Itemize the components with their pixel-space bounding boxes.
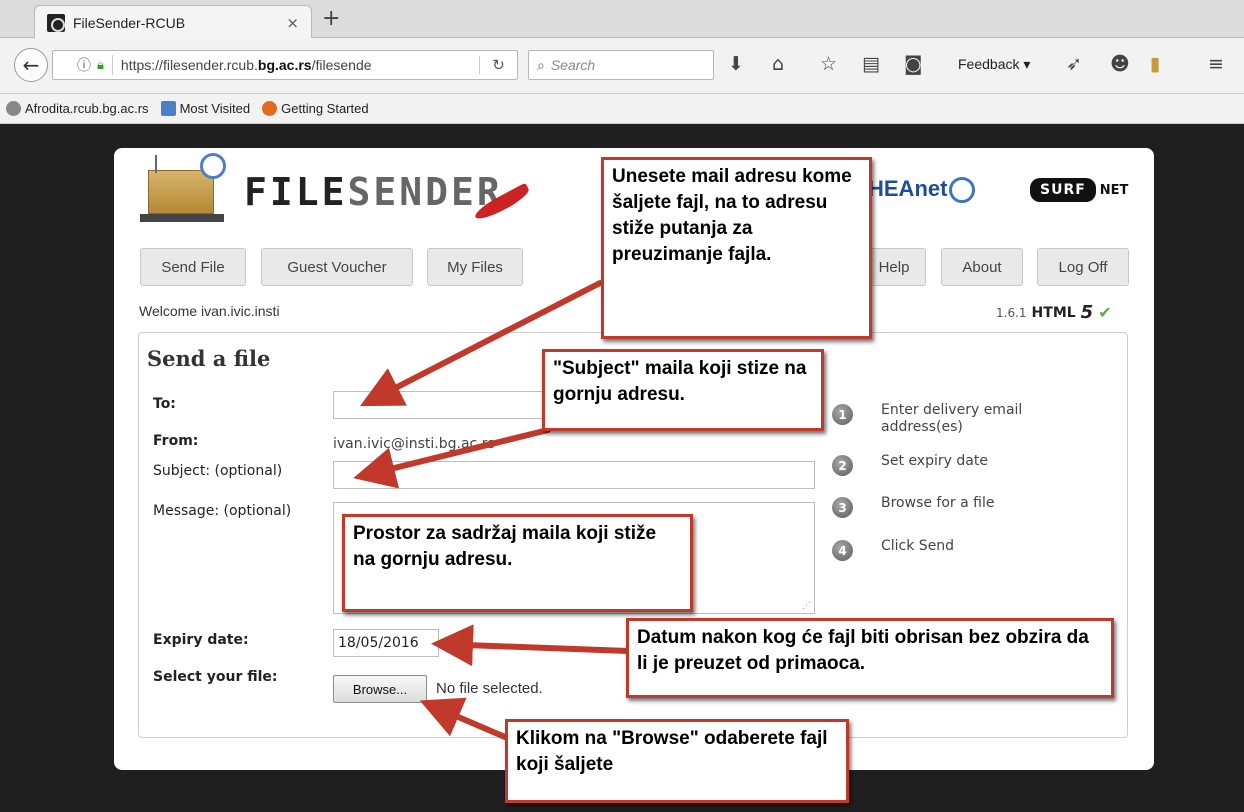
- message-label: Message: (optional): [153, 503, 292, 519]
- filesender-logo: FILESENDER: [244, 170, 503, 214]
- welcome-text: Welcome ivan.ivic.insti: [139, 303, 280, 319]
- to-label: To:: [153, 396, 176, 412]
- url-text: https://filesender.rcub.bg.ac.rs/filesen…: [120, 57, 372, 73]
- logo-box-icon: [148, 155, 214, 214]
- step-number-icon: 4: [832, 540, 853, 561]
- page-title: Send a file: [147, 346, 271, 371]
- logo-pallet: [140, 214, 224, 222]
- send-file-button[interactable]: Send File: [140, 248, 246, 286]
- log-off-button[interactable]: Log Off: [1037, 248, 1129, 286]
- resize-handle-icon[interactable]: ⋰: [802, 601, 811, 611]
- step-1: 1 Enter delivery email address(es): [832, 402, 1081, 436]
- no-file-text: No file selected.: [436, 680, 543, 697]
- globe-icon: [6, 101, 21, 116]
- tab-title: FileSender-RCUB: [73, 14, 186, 31]
- bookmarks-bar: Afrodita.rcub.bg.ac.rs Most Visited Gett…: [0, 94, 1244, 124]
- file-label: Select your file:: [153, 669, 278, 685]
- lock-icon: 🔒︎: [97, 57, 104, 73]
- check-icon: ✔: [1098, 303, 1112, 322]
- bookmark-afrodita[interactable]: Afrodita.rcub.bg.ac.rs: [6, 101, 149, 116]
- callout-browse: Klikom na "Browse" odaberete fajl koji š…: [505, 719, 849, 803]
- from-value: ivan.ivic@insti.bg.ac.rs: [333, 436, 495, 452]
- step-number-icon: 3: [832, 497, 853, 518]
- pocket-icon[interactable]: ◙: [904, 53, 922, 75]
- bookmark-star-icon[interactable]: ☆: [820, 53, 837, 75]
- logo-scale-icon: [200, 153, 226, 179]
- callout-to: Unesete mail adresu kome šaljete fajl, n…: [601, 157, 872, 339]
- download-icon[interactable]: ⬇: [728, 53, 744, 75]
- browse-button[interactable]: Browse...: [333, 675, 427, 703]
- menu-icon[interactable]: ≡: [1208, 53, 1224, 75]
- folder-icon: [160, 101, 176, 116]
- reading-list-icon[interactable]: ▤: [862, 53, 880, 75]
- step-number-icon: 2: [832, 455, 853, 476]
- url-bar[interactable]: ⓘ 🔒︎ https://filesender.rcub.bg.ac.rs/fi…: [52, 50, 518, 80]
- about-button[interactable]: About: [941, 248, 1023, 286]
- chat-icon[interactable]: ☻: [1110, 53, 1130, 75]
- callout-message: Prostor za sadržaj maila koji stiže na g…: [342, 514, 693, 612]
- guest-voucher-button[interactable]: Guest Voucher: [261, 248, 413, 286]
- version-badge: 1.6.1 HTML 5 ✔: [996, 302, 1112, 323]
- feedback-button[interactable]: Feedback ▾: [958, 56, 1030, 73]
- step-4: 4 Click Send: [832, 538, 1081, 561]
- heanet-logo: HEAnet: [868, 176, 976, 204]
- step-number-icon: 1: [832, 404, 853, 425]
- html5-icon: 5: [1080, 302, 1094, 323]
- firefox-icon: [262, 101, 278, 116]
- favicon-icon: [47, 13, 65, 32]
- reload-icon[interactable]: ↻: [479, 56, 517, 74]
- search-placeholder: Search: [550, 57, 596, 73]
- subject-label: Subject: (optional): [153, 463, 283, 479]
- new-tab-icon[interactable]: +: [322, 6, 340, 31]
- tab-filesender[interactable]: FileSender-RCUB ×: [34, 5, 312, 39]
- info-icon: ⓘ: [77, 58, 91, 74]
- surfnet-logo: SURF NET: [1030, 178, 1128, 202]
- step-2: 2 Set expiry date: [832, 453, 1081, 476]
- callout-expiry: Datum nakon kog će fajl biti obrisan bez…: [626, 618, 1114, 698]
- search-icon: ⌕: [537, 56, 545, 73]
- search-bar[interactable]: ⌕ Search: [528, 50, 714, 80]
- send-tab-icon[interactable]: ➶: [1066, 53, 1082, 75]
- home-icon[interactable]: ⌂: [772, 53, 784, 75]
- bookmark-getting-started[interactable]: Getting Started: [262, 101, 369, 116]
- callout-subject: "Subject" maila koji stize na gornju adr…: [542, 349, 824, 431]
- tab-bar: FileSender-RCUB × +: [0, 0, 1244, 39]
- subject-input[interactable]: [333, 461, 815, 489]
- expiry-label: Expiry date:: [153, 632, 249, 648]
- back-icon[interactable]: ←: [14, 48, 48, 82]
- navigation-toolbar: ← ⓘ 🔒︎ https://filesender.rcub.bg.ac.rs/…: [0, 38, 1244, 94]
- heanet-globe-icon: [949, 177, 976, 204]
- step-3: 3 Browse for a file: [832, 495, 1081, 518]
- from-label: From:: [153, 433, 199, 449]
- my-files-button[interactable]: My Files: [427, 248, 523, 286]
- expiry-date-input[interactable]: 18/05/2016: [333, 629, 439, 657]
- close-tab-icon[interactable]: ×: [286, 14, 299, 32]
- bookmark-most-visited[interactable]: Most Visited: [160, 101, 250, 116]
- site-identity[interactable]: ⓘ 🔒︎: [53, 55, 112, 75]
- extension-icon[interactable]: ▮: [1150, 53, 1160, 75]
